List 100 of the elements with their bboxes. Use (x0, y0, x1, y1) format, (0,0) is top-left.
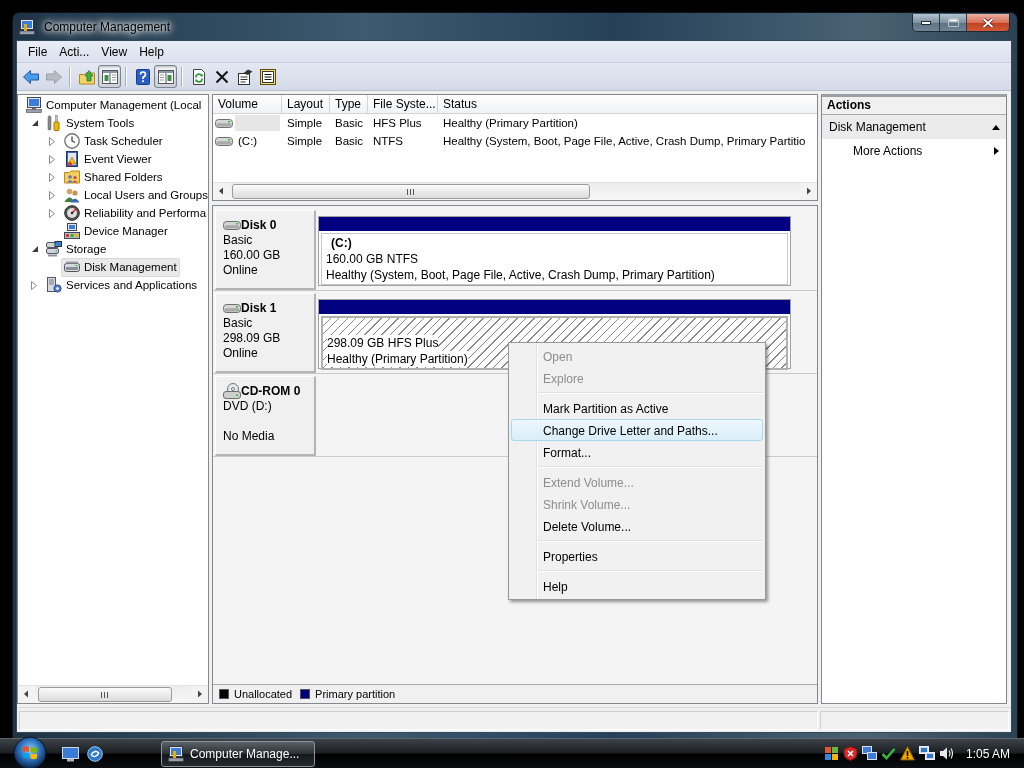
collapse-arrow-icon[interactable] (31, 245, 39, 253)
column-header[interactable]: Volume (213, 95, 282, 113)
disk-status: Online (223, 263, 259, 278)
disk-drive-icon (64, 259, 80, 275)
table-cell-text: Basic (334, 117, 365, 129)
network-icon[interactable] (918, 746, 935, 761)
warning-icon[interactable] (899, 746, 915, 761)
tree-item[interactable]: Disk Management (61, 257, 180, 277)
gauge-icon (64, 205, 80, 221)
disk-name: Disk 0 (241, 218, 277, 232)
expand-arrow-icon[interactable] (49, 190, 55, 200)
tree-item[interactable]: Shared Folders (61, 167, 166, 187)
menu-item[interactable]: View (95, 42, 134, 61)
right-pane-window-icon (157, 68, 174, 85)
horizontal-scrollbar[interactable] (18, 685, 208, 703)
context-menu-item[interactable]: Properties (511, 545, 763, 567)
users-icon (64, 187, 80, 203)
switch-windows-icon[interactable] (87, 745, 103, 762)
server-gear-icon (46, 277, 62, 293)
clock[interactable]: 1:05 AM (965, 746, 1010, 761)
partition-size: 298.09 GB HFS Plus (327, 335, 439, 351)
column-header[interactable]: Type (330, 95, 368, 113)
shield-x-icon[interactable] (842, 746, 858, 761)
action-link[interactable]: More Actions (822, 139, 1006, 163)
action-pane-toggle-button[interactable] (154, 65, 177, 88)
shared-folder-icon (64, 169, 80, 185)
table-cell[interactable]: (C:) (235, 133, 280, 149)
legend-label: Unallocated (234, 688, 293, 700)
context-menu-item[interactable]: Delete Volume... (511, 515, 763, 537)
horizontal-scrollbar[interactable] (213, 182, 817, 200)
tree-item[interactable]: Storage (43, 239, 110, 259)
table-cell-text: HFS Plus (372, 117, 423, 129)
table-cell-text: Healthy (System, Boot, Page File, Active, Crash Dump, Primary Partitio (442, 135, 807, 147)
collapse-arrow-icon[interactable] (31, 119, 39, 127)
taskbar-button[interactable]: Computer Manage... (161, 740, 315, 767)
close-button[interactable] (967, 14, 1009, 31)
tree-item[interactable]: Reliability and Performa (61, 203, 208, 223)
window-title: Computer Management (43, 19, 172, 34)
context-menu-item[interactable]: Help (511, 575, 763, 597)
disk-drive-icon (223, 219, 241, 231)
properties-sheet-icon (236, 68, 253, 85)
start-button[interactable] (12, 734, 48, 768)
computer-devices-icon (64, 223, 80, 239)
optical-drive-icon (223, 383, 241, 399)
expand-arrow-icon[interactable] (49, 154, 55, 164)
partition[interactable]: (C:) 160.00 GB NTFS Healthy (System, Boot, Page File, Active, Crash Dump, Primary Partition) (321, 233, 788, 285)
tree-item[interactable]: Event Viewer (61, 149, 155, 169)
actions-section-header[interactable]: Disk Management (822, 115, 1006, 139)
maximize-button[interactable] (940, 14, 967, 31)
disk-drive-icon (215, 135, 233, 147)
table-cell-text: Healthy (Primary Partition) (442, 117, 579, 129)
folder-arrow-icon (78, 68, 95, 85)
disk-drive-icon (215, 117, 233, 129)
close-icon (982, 17, 994, 28)
expand-arrow-icon[interactable] (49, 172, 55, 182)
menu-item[interactable]: Help (133, 42, 170, 61)
minimize-button[interactable] (913, 14, 940, 31)
four-squares-icon[interactable] (823, 746, 839, 761)
tree-item[interactable]: Local Users and Groups (61, 185, 208, 205)
table-cell-text: Simple (286, 135, 324, 147)
scrollbar-thumb[interactable] (38, 687, 172, 702)
context-menu-item[interactable]: Mark Partition as Active (511, 397, 763, 419)
computer-tools-icon (168, 745, 184, 762)
collapse-caret-icon[interactable] (992, 124, 1000, 130)
column-header[interactable]: Status (438, 95, 817, 113)
menu-item[interactable]: File (22, 42, 54, 61)
scrollbar-thumb[interactable] (232, 184, 590, 199)
disk-size: 160.00 GB (223, 248, 282, 263)
disk-size: 298.09 GB (223, 331, 282, 346)
expand-arrow-icon[interactable] (31, 280, 37, 290)
storage-icon (46, 241, 62, 257)
help-icon (134, 68, 151, 85)
console-tree-toggle-button[interactable] (98, 65, 121, 88)
check-mark-icon[interactable] (880, 746, 896, 761)
tree-item[interactable]: Services and Applications (43, 275, 201, 295)
table-cell[interactable] (235, 115, 280, 131)
tree-item[interactable]: System Tools (43, 113, 138, 133)
tree-item[interactable]: Task Scheduler (61, 131, 166, 151)
expand-arrow-icon[interactable] (49, 208, 55, 218)
context-menu-item[interactable]: Format... (511, 441, 763, 463)
wrench-screwdriver-icon (46, 115, 62, 131)
partition-status: Healthy (Primary Partition) (327, 351, 468, 367)
column-header[interactable]: File Syste... (368, 95, 438, 113)
menu-item[interactable]: Acti... (53, 42, 96, 61)
partition-status: Healthy (System, Boot, Page File, Active, Crash Dump, Primary Partition) (326, 267, 715, 283)
context-menu-item[interactable]: Change Drive Letter and Paths... (511, 419, 763, 441)
disk-type: DVD (D:) (223, 399, 273, 414)
computer-icon (26, 97, 42, 113)
show-desktop-icon[interactable] (62, 745, 79, 762)
forward-arrow-icon (45, 68, 62, 85)
tree-item[interactable]: Computer Management (Local (23, 95, 205, 115)
maximize-icon (947, 18, 959, 27)
log-book-icon (64, 151, 80, 167)
speaker-icon[interactable] (938, 746, 954, 761)
expand-arrow-icon[interactable] (49, 136, 55, 146)
legend-label: Primary partition (315, 688, 396, 700)
disk-name: Disk 1 (241, 301, 277, 315)
monitors-icon[interactable] (861, 746, 877, 761)
tree-item[interactable]: Device Manager (61, 221, 171, 241)
column-header[interactable]: Layout (282, 95, 330, 113)
